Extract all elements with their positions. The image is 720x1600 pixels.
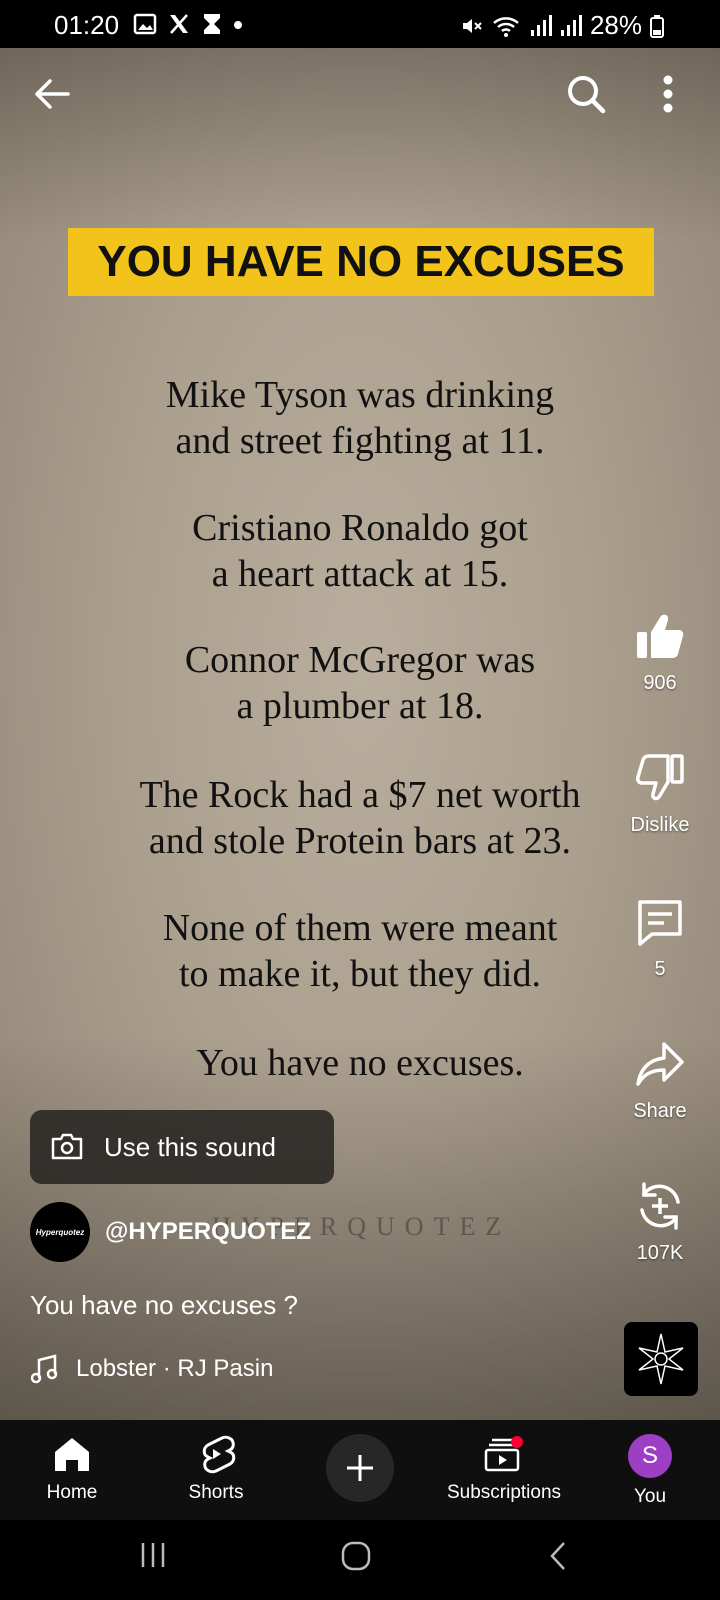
headline: YOU HAVE NO EXCUSES [97,237,625,286]
share-button[interactable]: Share [620,1038,700,1123]
signal-icon-2 [560,14,582,36]
signal-icon [530,14,552,36]
like-button[interactable]: 906 [620,610,700,695]
use-this-sound-label: Use this sound [104,1131,276,1162]
channel-avatar[interactable]: Hyperquotez [30,1202,90,1262]
recent-apps-icon [141,1543,165,1567]
quote-line: Mike Tyson was drinking [165,374,555,416]
back-system-button[interactable] [546,1540,570,1577]
quote-paragraph: None of them were meant to make it, but … [80,905,640,997]
system-navigation-bar [0,1520,720,1600]
sound-thumbnail[interactable] [624,1322,698,1396]
quote-line: to make it, but they did. [178,953,541,995]
gallery-icon [133,13,157,35]
hourglass-icon [204,14,220,34]
status-time: 01:20 [54,10,120,40]
back-chevron-icon [550,1542,565,1570]
video-title[interactable]: You have no excuses ? [30,1290,298,1321]
thumbs-up-icon [637,614,684,658]
star-emblem-icon [638,1333,684,1385]
shorts-icon [202,1435,236,1474]
nav-shorts-label: Shorts [188,1482,244,1503]
remix-icon [640,1182,680,1230]
nav-you[interactable]: S You [590,1434,710,1508]
quote-line: None of them were meant [162,907,558,949]
quote-paragraph: You have no excuses. [80,1040,640,1086]
status-bar: 01:20 28% [0,0,720,48]
battery-icon [650,14,664,38]
quote-line: and stole Protein bars at 23. [148,820,572,862]
recent-apps-button[interactable] [138,1540,168,1575]
music-label: Lobster · RJ Pasin [76,1355,274,1382]
quote-paragraph: Mike Tyson was drinking and street fight… [80,372,640,464]
search-icon [568,76,606,114]
comments-button[interactable]: 5 [620,896,700,981]
home-system-button[interactable] [340,1540,372,1577]
bottom-navigation: Home Shorts Subscriptions S You [0,1420,720,1520]
nav-shorts[interactable]: Shorts [156,1434,276,1504]
create-button[interactable] [326,1434,394,1502]
nav-subscriptions-label: Subscriptions [446,1482,562,1503]
music-row[interactable]: Lobster · RJ Pasin [30,1354,273,1384]
remix-count: 107K [636,1242,684,1264]
back-button[interactable] [30,72,74,116]
dislike-label: Dislike [630,814,690,836]
nav-home[interactable]: Home [12,1434,132,1504]
use-this-sound-button[interactable]: Use this sound [30,1110,334,1184]
channel-handle[interactable]: @HYPERQUOTEZ [105,1218,311,1246]
more-options-button[interactable] [656,72,680,116]
quote-paragraph: Cristiano Ronaldo got a heart attack at … [80,505,640,597]
nav-home-label: Home [46,1482,98,1503]
music-note-icon [30,1354,58,1384]
comment-icon [638,900,682,946]
quote-line: a heart attack at 15. [211,553,509,595]
like-count: 906 [643,672,677,694]
dislike-button[interactable]: Dislike [620,752,700,837]
quote-line: The Rock had a $7 net worth [139,774,581,816]
x-app-icon [170,14,188,34]
quote-paragraph: Connor McGregor was a plumber at 18. [80,637,640,729]
quote-line: Connor McGregor was [184,639,536,681]
headline-banner: YOU HAVE NO EXCUSES [68,228,654,296]
plus-icon [347,1455,373,1481]
battery-percent: 28% [589,10,642,40]
share-label: Share [633,1100,687,1122]
quote-paragraph: The Rock had a $7 net worth and stole Pr… [80,772,640,864]
camera-icon [51,1133,83,1160]
comment-count: 5 [654,958,666,980]
search-button[interactable] [564,72,608,116]
mute-icon [462,18,482,33]
dot-icon [234,21,242,29]
subscriptions-icon [484,1436,523,1472]
channel-avatar-text: Hyperquotez [35,1227,85,1237]
quote-line: You have no excuses. [196,1042,524,1084]
remix-button[interactable]: 107K [620,1180,700,1265]
home-circle-icon [341,1541,371,1571]
wifi-icon [493,16,519,37]
quote-line: Cristiano Ronaldo got [192,507,528,549]
back-arrow-icon [35,79,70,109]
nav-you-label: You [633,1486,667,1507]
nav-subscriptions[interactable]: Subscriptions [444,1434,564,1504]
home-icon [55,1438,89,1471]
user-avatar: S [628,1434,672,1478]
quote-line: and street fighting at 11. [175,420,545,462]
share-icon [636,1042,684,1086]
more-vert-icon [663,75,673,113]
quote-line: a plumber at 18. [236,685,484,727]
thumbs-down-icon [636,754,684,801]
